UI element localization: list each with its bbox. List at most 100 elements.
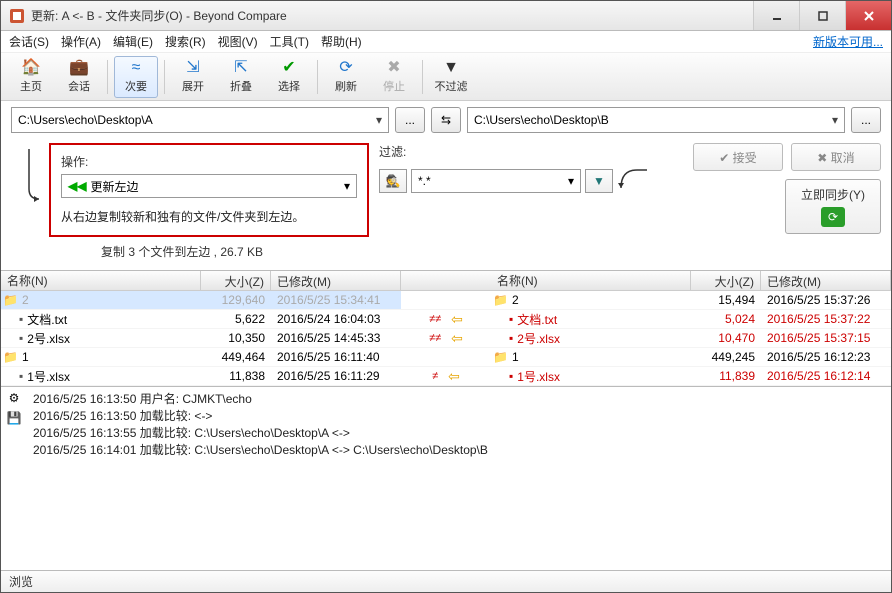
row-name: 1号.xlsx <box>517 368 560 385</box>
not-equal-icon: ≠≠ <box>429 332 441 344</box>
log-text: 2016/5/25 16:13:50 用户名: CJMKT\echo2016/5… <box>27 387 891 570</box>
arrow-left-icon[interactable]: ⇦ <box>448 368 460 385</box>
copy-summary: 复制 3 个文件到左边 , 26.7 KB <box>101 243 369 260</box>
menu-action[interactable]: 操作(A) <box>61 33 101 50</box>
row-modified: 2016/5/25 16:11:40 <box>271 350 401 364</box>
col-name[interactable]: 名称(N) <box>491 271 691 290</box>
operation-description: 从右边复制较新和独有的文件/文件夹到左边。 <box>61 208 357 225</box>
folder-icon: 📁 <box>493 293 508 307</box>
mask-icon: 🕵 <box>386 174 401 188</box>
menu-view[interactable]: 视图(V) <box>218 33 258 50</box>
minimize-button[interactable] <box>753 1 799 30</box>
expand-icon: ⇲ <box>186 60 199 76</box>
accept-button[interactable]: ✔ 接受 <box>693 143 783 171</box>
row-modified: 2016/5/25 16:11:29 <box>271 369 401 383</box>
row-size: 11,839 <box>691 369 761 383</box>
left-browse-button[interactable]: ... <box>395 107 425 133</box>
folder-icon: 📁 <box>3 293 18 307</box>
check-icon: ✔ <box>282 60 295 76</box>
table-row[interactable]: 📁 2129,6402016/5/25 15:34:41 <box>1 291 401 310</box>
table-row[interactable]: 📁 1 449,4642016/5/25 16:11:40 <box>1 348 401 367</box>
operation-select[interactable]: ◀◀ 更新左边 ▾ <box>61 174 357 198</box>
menu-help[interactable]: 帮助(H) <box>321 33 362 50</box>
table-row[interactable]: ▪ 文档.txt5,0242016/5/25 15:37:22 <box>491 310 891 329</box>
arrow-left-icon[interactable]: ⇦ <box>451 311 463 328</box>
col-size[interactable]: 大小(Z) <box>201 271 271 290</box>
hook-right-icon <box>617 164 657 198</box>
row-size: 11,838 <box>201 369 271 383</box>
maximize-button[interactable] <box>799 1 845 30</box>
operation-label: 操作: <box>61 153 357 170</box>
operation-box: 操作: ◀◀ 更新左边 ▾ 从右边复制较新和独有的文件/文件夹到左边。 <box>49 143 369 237</box>
close-button[interactable] <box>845 1 891 30</box>
mask-button[interactable]: 🕵 <box>379 169 407 193</box>
menu-tools[interactable]: 工具(T) <box>270 33 309 50</box>
left-path-input[interactable]: C:\Users\echo\Desktop\A▾ <box>11 107 389 133</box>
right-path-input[interactable]: C:\Users\echo\Desktop\B▾ <box>467 107 845 133</box>
chevron-down-icon: ▾ <box>344 179 350 193</box>
compare-grid: 名称(N) 大小(Z) 已修改(M) 📁 2129,6402016/5/25 1… <box>1 270 891 386</box>
file-icon: ▪ <box>509 331 513 345</box>
session-button[interactable]: 💼会话 <box>57 56 101 98</box>
col-size[interactable]: 大小(Z) <box>691 271 761 290</box>
folder-icon: 📁 <box>3 350 18 364</box>
log-line: 2016/5/25 16:13:50 加载比较: <-> <box>33 408 885 425</box>
col-name[interactable]: 名称(N) <box>1 271 201 290</box>
file-icon: ▪ <box>19 369 23 383</box>
menu-search[interactable]: 搜索(R) <box>165 33 206 50</box>
table-row[interactable]: 📁 2 15,4942016/5/25 15:37:26 <box>491 291 891 310</box>
filter-input[interactable]: *.*▾ <box>411 169 581 193</box>
nofilter-button[interactable]: ▼不过滤 <box>429 56 473 98</box>
home-button[interactable]: 🏠主页 <box>9 56 53 98</box>
funnel-icon: ▼ <box>443 60 459 76</box>
table-row[interactable]: ▪ 1号.xlsx 11,8382016/5/25 16:11:29 <box>1 367 401 386</box>
row-name: 2 <box>512 293 519 307</box>
center-row: ≠⇦ <box>401 367 491 386</box>
table-row[interactable]: ▪ 1号.xlsx11,8392016/5/25 16:12:14 <box>491 367 891 386</box>
row-name: 1 <box>512 350 519 364</box>
swap-button[interactable]: ⇆ <box>431 107 461 133</box>
col-modified[interactable]: 已修改(M) <box>761 271 891 290</box>
expand-button[interactable]: ⇲展开 <box>171 56 215 98</box>
sync-now-button[interactable]: 立即同步(Y) ⟳ <box>785 179 881 234</box>
row-size: 5,024 <box>691 312 761 326</box>
filter-apply-button[interactable]: ▼ <box>585 169 613 193</box>
row-name: 1号.xlsx <box>27 368 70 385</box>
table-row[interactable]: ▪ 2号.xlsx10,3502016/5/25 14:45:33 <box>1 329 401 348</box>
app-icon <box>9 8 25 24</box>
window-title: 更新: A <- B - 文件夹同步(O) - Beyond Compare <box>31 7 753 24</box>
col-modified[interactable]: 已修改(M) <box>271 271 401 290</box>
row-size: 10,350 <box>201 331 271 345</box>
table-row[interactable]: 📁 1449,2452016/5/25 16:12:23 <box>491 348 891 367</box>
row-modified: 2016/5/25 15:37:15 <box>761 331 891 345</box>
sync-icon: ⟳ <box>821 207 845 227</box>
save-icon[interactable]: 💾 <box>7 411 22 425</box>
update-available-link[interactable]: 新版本可用... <box>813 33 883 50</box>
menu-session[interactable]: 会话(S) <box>9 33 49 50</box>
right-browse-button[interactable]: ... <box>851 107 881 133</box>
titlebar: 更新: A <- B - 文件夹同步(O) - Beyond Compare <box>1 1 891 31</box>
row-name: 1 <box>22 350 29 364</box>
row-modified: 2016/5/25 15:37:22 <box>761 312 891 326</box>
chevron-down-icon: ▾ <box>376 113 382 127</box>
row-size: 15,494 <box>691 293 761 307</box>
arrow-left-icon[interactable]: ⇦ <box>451 330 463 347</box>
refresh-button[interactable]: ⟳刷新 <box>324 56 368 98</box>
collapse-icon: ⇱ <box>234 60 247 76</box>
menu-edit[interactable]: 编辑(E) <box>113 33 153 50</box>
select-button[interactable]: ✔选择 <box>267 56 311 98</box>
row-modified: 2016/5/25 15:37:26 <box>761 293 891 307</box>
row-size: 129,640 <box>201 293 271 307</box>
stop-button: ✖停止 <box>372 56 416 98</box>
row-size: 449,245 <box>691 350 761 364</box>
refresh-icon: ⟳ <box>339 60 352 76</box>
secondary-button[interactable]: ≈次要 <box>114 56 158 98</box>
gear-icon[interactable]: ⚙ <box>9 391 20 405</box>
approx-icon: ≈ <box>132 60 141 76</box>
table-row[interactable]: ▪ 文档.txt5,6222016/5/24 16:04:03 <box>1 310 401 329</box>
row-size: 449,464 <box>201 350 271 364</box>
collapse-button[interactable]: ⇱折叠 <box>219 56 263 98</box>
cancel-button[interactable]: ✖ 取消 <box>791 143 881 171</box>
options-area: 操作: ◀◀ 更新左边 ▾ 从右边复制较新和独有的文件/文件夹到左边。 复制 3… <box>1 139 891 270</box>
table-row[interactable]: ▪ 2号.xlsx10,4702016/5/25 15:37:15 <box>491 329 891 348</box>
